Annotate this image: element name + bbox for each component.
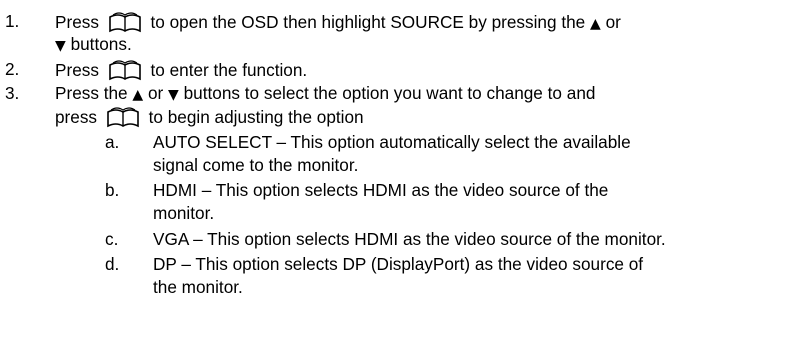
option-a-letter: a. (105, 132, 120, 152)
up-arrow-icon: ▲ (132, 87, 144, 103)
step-3-text-2: to begin adjusting the option (148, 107, 364, 127)
option-a-line-2: signal come to the monitor. (153, 155, 359, 175)
step-2-press-text: Press (55, 60, 99, 80)
down-arrow-icon: ▼ (168, 87, 179, 103)
option-b-letter: b. (105, 180, 120, 200)
option-a-line-1: AUTO SELECT – This option automatically … (153, 132, 631, 152)
step-2-text: to enter the function. (150, 60, 308, 80)
step-3-number: 3. (5, 83, 20, 103)
step-1-press-text: Press (55, 12, 99, 32)
up-arrow-icon: ▲ (590, 16, 601, 32)
step-3-text: buttons to select the option you want to… (183, 83, 596, 103)
step-1-line-1: Press to open the OSD then highlight SOU… (55, 11, 621, 34)
step-3-line-2: press to begin adjusting the option (55, 106, 364, 128)
step-2-number: 2. (5, 59, 20, 79)
osd-source-instructions: 1. Press to open the OSD then highlight … (0, 0, 793, 357)
menu-book-icon (107, 11, 143, 33)
step-1-line-2: ▼ buttons. (55, 34, 132, 56)
option-c-letter: c. (105, 229, 119, 249)
option-b-line-2: monitor. (153, 203, 215, 223)
menu-book-icon (105, 106, 141, 128)
down-arrow-icon: ▼ (55, 38, 66, 54)
step-1-buttons-text: buttons. (70, 34, 132, 54)
option-b-line-1: HDMI – This option selects HDMI as the v… (153, 180, 609, 200)
step-1-text: to open the OSD then highlight SOURCE by… (150, 12, 586, 32)
step-1-number: 1. (5, 11, 20, 31)
option-c-line-1: VGA – This option selects HDMI as the vi… (153, 229, 666, 249)
step-1-or-text: or (605, 12, 621, 32)
step-3-press-text: Press the (55, 83, 128, 103)
step-2-line-1: Press to enter the function. (55, 59, 307, 81)
option-d-letter: d. (105, 254, 120, 274)
step-3-line-1: Press the ▲ or ▼ buttons to select the o… (55, 83, 595, 105)
option-d-line-2: the monitor. (153, 277, 243, 297)
step-3-press-text-2: press (55, 107, 98, 127)
option-d-line-1: DP – This option selects DP (DisplayPort… (153, 254, 644, 274)
step-3-or-text: or (147, 83, 164, 103)
menu-book-icon (107, 59, 143, 81)
